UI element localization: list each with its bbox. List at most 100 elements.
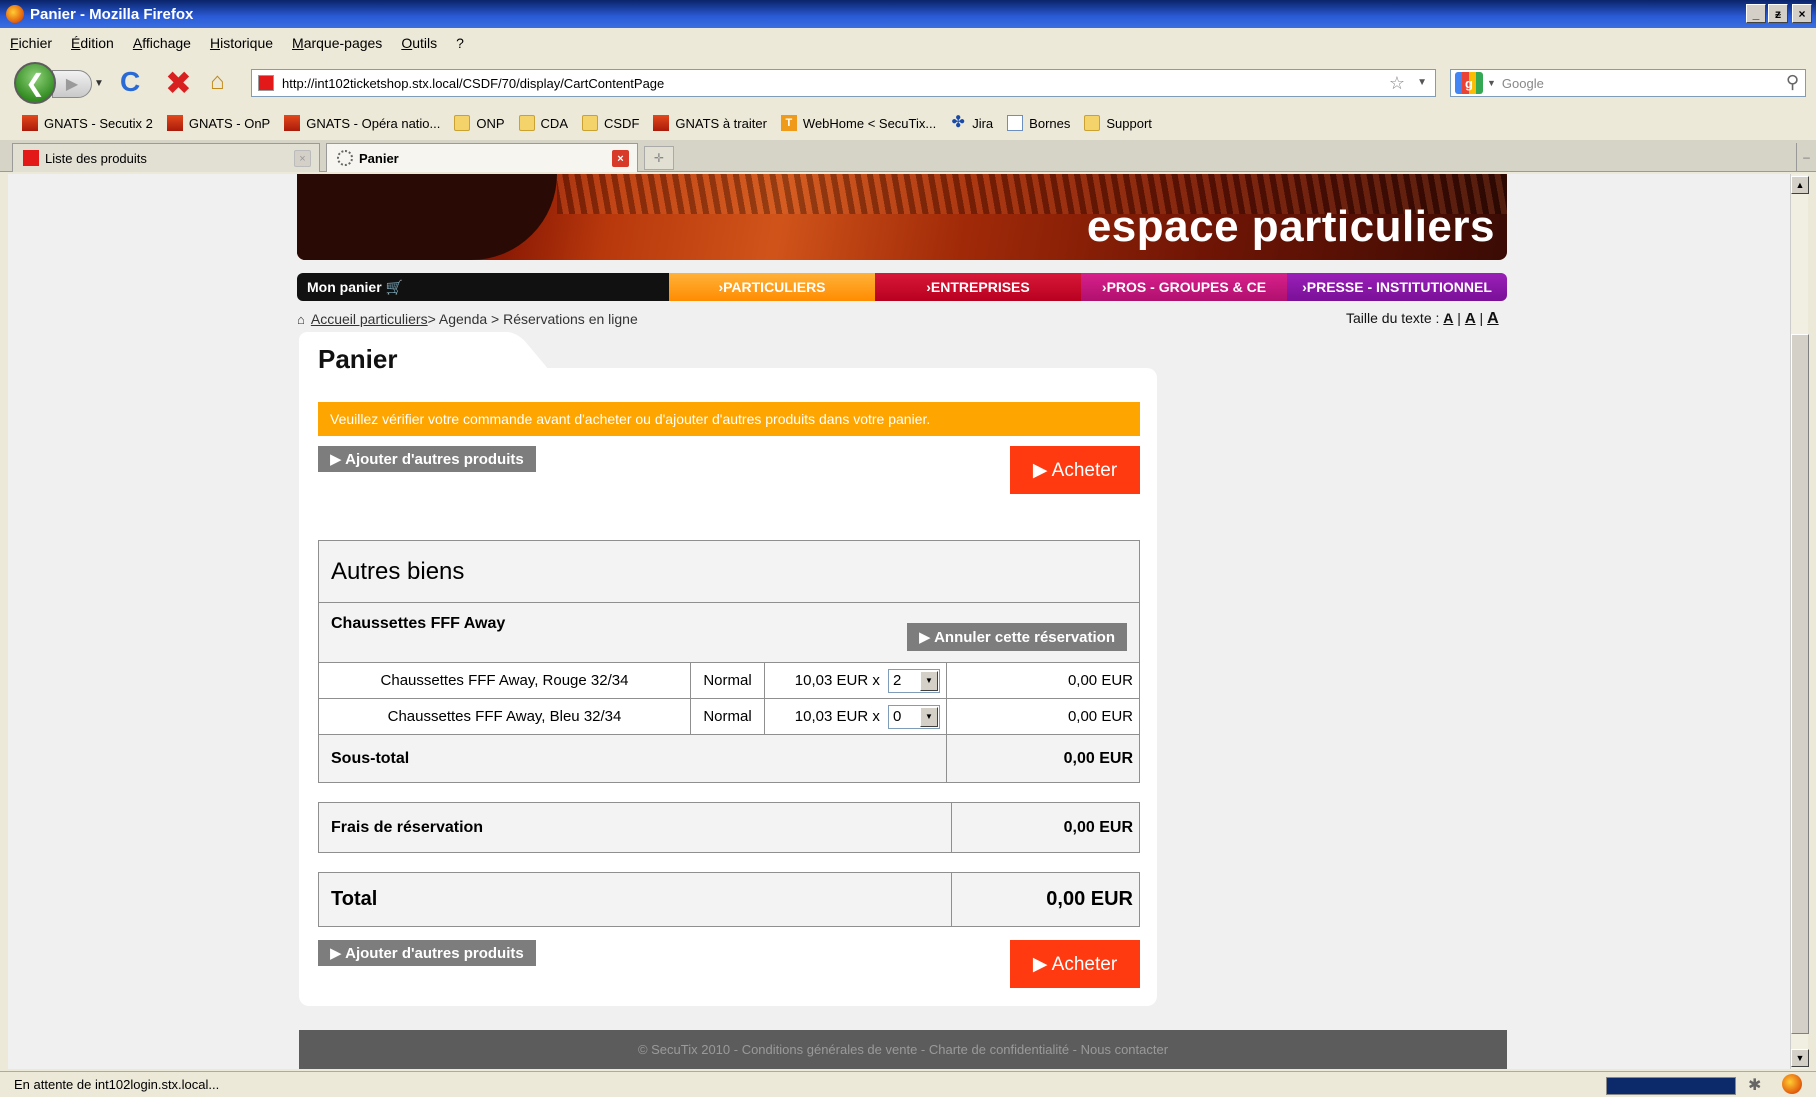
fees-label: Frais de réservation <box>318 802 952 853</box>
buy-button-bottom[interactable]: ▶ Acheter <box>1010 940 1140 988</box>
item-name: Chaussettes FFF Away, Bleu 32/34 <box>318 698 691 735</box>
back-button[interactable]: ❮ <box>14 62 56 104</box>
bookmark-webhome[interactable]: T WebHome < SecuTix... <box>780 115 936 131</box>
search-magnifier-icon[interactable]: ⚲ <box>1786 72 1799 93</box>
window-controls: _ ᵶ × <box>1746 4 1812 23</box>
item-tariff: Normal <box>690 662 765 699</box>
menu-affichage[interactable]: Affichage <box>133 35 191 51</box>
engine-dropdown-icon[interactable]: ▼ <box>1487 78 1496 88</box>
menu-historique[interactable]: Historique <box>210 35 273 51</box>
firefox-status-icon[interactable] <box>1782 1074 1802 1094</box>
vertical-scrollbar[interactable]: ▲ ▼ <box>1790 174 1809 1069</box>
bookmark-folder-onp[interactable]: ONP <box>454 115 505 131</box>
breadcrumb-rest: > Agenda > Réservations en ligne <box>427 311 638 327</box>
history-dropdown-icon[interactable]: ▼ <box>94 78 104 89</box>
bookmark-label: GNATS - OnP <box>188 115 271 131</box>
tab-liste-des-produits[interactable]: Liste des produits × <box>12 143 320 172</box>
bookmark-label: Support <box>1106 115 1152 131</box>
gnats-icon <box>284 115 301 131</box>
nav-mon-panier[interactable]: Mon panier 🛒 <box>297 273 669 301</box>
tab-close-icon[interactable]: × <box>612 150 629 167</box>
tab-close-icon[interactable]: × <box>294 150 311 167</box>
text-size-small[interactable]: A <box>1443 310 1453 326</box>
site-footer: © SecuTix 2010 - Conditions générales de… <box>299 1030 1507 1069</box>
bookmark-label: CSDF <box>604 115 640 131</box>
breadcrumb-home-link[interactable]: Accueil particuliers <box>311 311 428 327</box>
cart-table: Autres biens Chaussettes FFF Away ▶ Annu… <box>318 540 1140 783</box>
item-price-cell: 10,03 EUR x 2 ▼ <box>764 662 947 699</box>
menu-help[interactable]: ? <box>456 35 464 51</box>
menu-edition[interactable]: Édition <box>71 35 114 51</box>
cart-notice: Veuillez vérifier votre commande avant d… <box>318 402 1140 436</box>
page-icon <box>1007 115 1024 131</box>
buy-button-top[interactable]: ▶ Acheter <box>1010 446 1140 494</box>
bookmark-gnats-onp[interactable]: GNATS - OnP <box>166 115 271 131</box>
window-title: Panier - Mozilla Firefox <box>30 5 194 23</box>
navigation-toolbar: ▶ ❮ ▼ C ✖ ⌂ http://int102ticketshop.stx.… <box>0 58 1816 108</box>
url-bar[interactable]: http://int102ticketshop.stx.local/CSDF/7… <box>251 69 1436 97</box>
home-icon: ⌂ <box>297 311 305 327</box>
scrollbar-thumb[interactable] <box>1791 334 1809 1034</box>
url-dropdown-icon[interactable]: ▼ <box>1417 77 1427 88</box>
restore-button[interactable]: ᵶ <box>1768 4 1788 23</box>
stop-icon[interactable]: ✖ <box>165 64 192 102</box>
item-amount: 0,00 EUR <box>946 698 1140 735</box>
scroll-up-icon[interactable]: ▲ <box>1791 176 1809 194</box>
bookmark-label: GNATS - Opéra natio... <box>306 115 441 131</box>
bookmark-folder-csdf[interactable]: CSDF <box>582 115 639 131</box>
quantity-select[interactable]: 0 ▼ <box>888 704 940 729</box>
quantity-select[interactable]: 2 ▼ <box>888 668 940 693</box>
bookmark-folder-cda[interactable]: CDA <box>518 115 568 131</box>
menu-fichier[interactable]: Fichier <box>10 35 52 51</box>
menu-marque-pages[interactable]: Marque-pages <box>292 35 382 51</box>
chevron-down-icon[interactable]: ▼ <box>920 670 938 691</box>
tab-label: Panier <box>359 150 399 166</box>
forward-arrow-icon: ▶ <box>65 76 79 93</box>
gnats-icon <box>22 115 38 131</box>
bookmark-label: ONP <box>476 115 505 131</box>
bookmark-gnats-opera[interactable]: GNATS - Opéra natio... <box>284 115 440 131</box>
menu-outils[interactable]: Outils <box>401 35 437 51</box>
cancel-reservation-button[interactable]: ▶ Annuler cette réservation <box>906 623 1127 651</box>
bookmark-jira[interactable]: ✤ Jira <box>950 114 994 131</box>
close-window-button[interactable]: × <box>1792 4 1812 23</box>
addon-icon[interactable]: ✱ <box>1748 1075 1761 1095</box>
folder-icon <box>518 115 535 131</box>
reload-icon[interactable]: C <box>120 66 140 98</box>
firefox-icon <box>6 5 24 23</box>
menu-bar: Fichier Édition Affichage Historique Mar… <box>0 30 1816 56</box>
bookmark-star-icon[interactable]: ☆ <box>1389 73 1405 94</box>
jira-icon: ✤ <box>951 114 965 131</box>
add-more-products-button-bottom[interactable]: ▶ Ajouter d'autres produits <box>318 940 536 966</box>
minimize-button[interactable]: _ <box>1746 4 1766 23</box>
new-tab-button[interactable]: ✛ <box>644 146 674 170</box>
tab-list-button[interactable]: – <box>1796 143 1816 171</box>
home-icon[interactable]: ⌂ <box>210 68 225 96</box>
table-row: Chaussettes FFF Away, Bleu 32/34 Normal … <box>318 698 1140 735</box>
text-size-medium[interactable]: A <box>1465 310 1476 327</box>
quantity-value: 2 <box>893 672 902 689</box>
bookmark-gnats-secutix2[interactable]: GNATS - Secutix 2 <box>22 115 153 131</box>
nav-presse[interactable]: ›PRESSE - INSTITUTIONNEL <box>1287 273 1507 301</box>
nav-pros-groupes[interactable]: ›PROS - GROUPES & CE <box>1081 273 1287 301</box>
bookmark-bornes[interactable]: Bornes <box>1007 115 1070 131</box>
google-engine-icon[interactable]: g <box>1455 72 1483 94</box>
folder-icon <box>454 115 471 131</box>
scroll-down-icon[interactable]: ▼ <box>1791 1049 1809 1067</box>
bookmarks-bar: GNATS - Secutix 2 GNATS - OnP GNATS - Op… <box>0 110 1816 136</box>
tab-panier[interactable]: Panier × <box>326 143 638 172</box>
forward-button[interactable]: ▶ <box>52 70 92 98</box>
bookmark-folder-support[interactable]: Support <box>1084 115 1152 131</box>
back-arrow-icon: ❮ <box>24 69 46 97</box>
chevron-down-icon[interactable]: ▼ <box>920 706 938 727</box>
add-more-products-button-top[interactable]: ▶ Ajouter d'autres produits <box>318 446 536 472</box>
site-favicon-icon <box>258 75 274 91</box>
bookmark-label: Jira <box>972 115 994 131</box>
search-input[interactable]: Google <box>1502 76 1544 91</box>
nav-particuliers[interactable]: ›PARTICULIERS <box>669 273 875 301</box>
bookmark-gnats-a-traiter[interactable]: GNATS à traiter <box>653 115 767 131</box>
bookmark-label: GNATS - Secutix 2 <box>44 115 153 131</box>
search-bar[interactable]: g ▼ Google ⚲ <box>1450 69 1806 97</box>
nav-entreprises[interactable]: ›ENTREPRISES <box>875 273 1081 301</box>
text-size-large[interactable]: A <box>1487 310 1499 327</box>
